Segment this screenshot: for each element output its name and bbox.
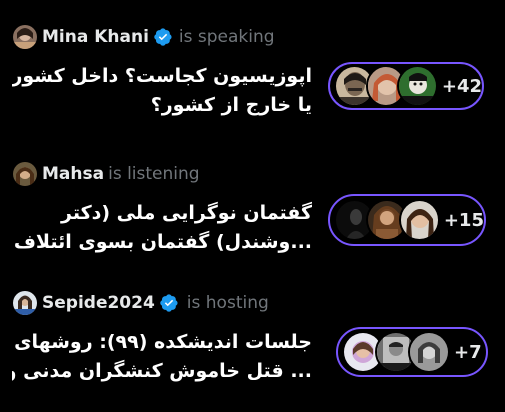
listener-avatar — [398, 199, 440, 241]
space-title-line: ... قتل خاموش کنشگران مدنی و — [12, 360, 312, 382]
listeners-button[interactable]: +15 — [328, 194, 486, 246]
space-title-line: یا خارج از کشور؟ — [150, 94, 312, 116]
listener-count: +7 — [454, 341, 482, 363]
listener-count: +15 — [443, 209, 484, 231]
host-status: is speaking — [178, 27, 275, 47]
listener-avatar — [397, 65, 438, 107]
host-status-row: Sepide2024 is hosting — [13, 289, 269, 317]
host-avatar[interactable] — [13, 162, 37, 186]
verified-badge-icon — [160, 294, 178, 312]
space-title-line: جلسات اندیشکده (۹۹): روشهای — [14, 331, 312, 353]
listener-count: +42 — [441, 75, 483, 97]
host-status: is listening — [108, 164, 200, 184]
host-status: is hosting — [186, 293, 269, 313]
host-status-row: Mahsa is listening — [13, 160, 200, 188]
space-card[interactable]: Mina Khani is speaking اپوزیسیون کجاست؟ … — [0, 0, 505, 137]
space-card[interactable]: Mahsa is listening گفتمان نوگرایی ملی (د… — [0, 137, 505, 274]
host-name[interactable]: Mahsa — [42, 164, 104, 184]
listeners-button[interactable]: +7 — [336, 327, 488, 377]
listeners-button[interactable]: +42 — [328, 62, 484, 110]
host-avatar[interactable] — [13, 291, 37, 315]
space-title-line: گفتمان نوگرایی ملی (دکتر — [61, 202, 312, 224]
host-name[interactable]: Mina Khani — [42, 27, 149, 47]
host-name[interactable]: Sepide2024 — [42, 293, 155, 313]
verified-badge-icon — [154, 28, 172, 46]
host-avatar[interactable] — [13, 25, 37, 49]
space-title[interactable]: جلسات اندیشکده (۹۹): روشهای ... قتل خامو… — [12, 328, 312, 386]
space-title-line: اپوزیسیون کجاست؟ داخل کشور — [12, 65, 312, 87]
space-title-line: ...وشندل) گفتمان بسوی ائتلاف — [13, 231, 312, 253]
space-title[interactable]: گفتمان نوگرایی ملی (دکتر ...وشندل) گفتما… — [12, 199, 312, 257]
space-card[interactable]: Sepide2024 is hosting جلسات اندیشکده (۹۹… — [0, 274, 505, 411]
host-status-row: Mina Khani is speaking — [13, 23, 275, 51]
listener-avatar — [408, 331, 450, 373]
space-title[interactable]: اپوزیسیون کجاست؟ داخل کشور یا خارج از کش… — [12, 62, 312, 120]
